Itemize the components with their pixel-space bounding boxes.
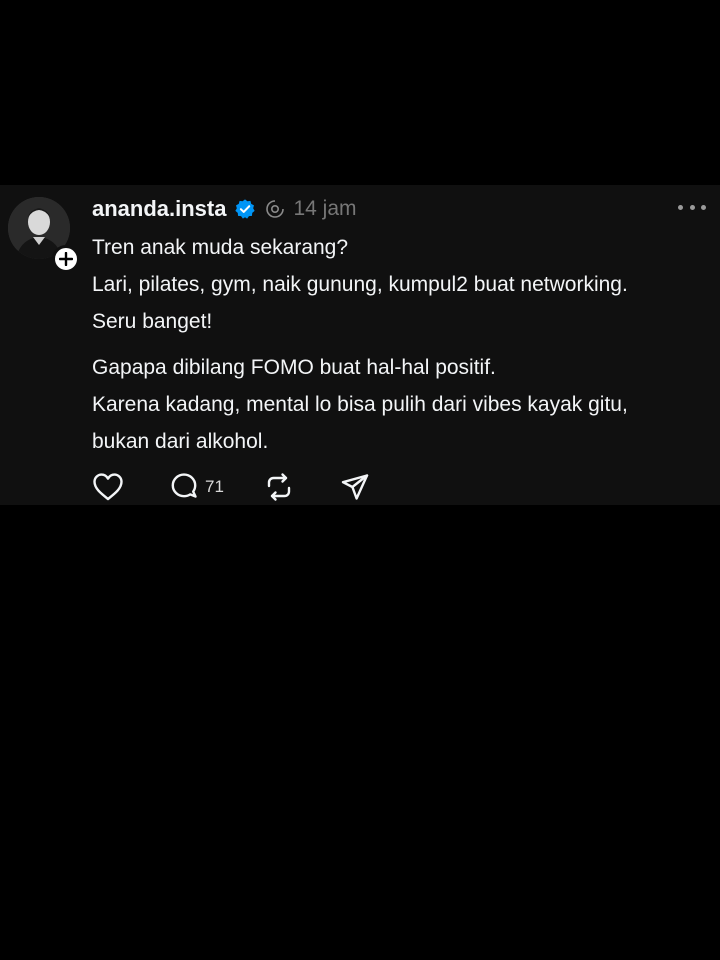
verified-badge-icon: [234, 198, 256, 220]
boost-icon: [265, 199, 285, 219]
post-line: Lari, pilates, gym, naik gunung, kumpul2…: [92, 273, 628, 296]
reply-count: 71: [205, 477, 224, 496]
post-line: Seru banget!: [92, 310, 213, 333]
post-text: Tren anak muda sekarang? Lari, pilates, …: [92, 229, 712, 460]
follow-button[interactable]: [52, 245, 80, 273]
repost-button[interactable]: [264, 472, 294, 502]
send-icon: [341, 474, 369, 500]
post-card: ananda.insta 14 jam Tren anak muda sekar…: [0, 185, 720, 505]
like-button[interactable]: [92, 472, 124, 502]
comment-icon: [171, 473, 197, 498]
plus-icon: [59, 252, 73, 266]
post-actions: 71: [92, 472, 370, 502]
more-icon: [678, 204, 683, 210]
post-line: bukan dari alkohol.: [92, 430, 269, 453]
post-line: Tren anak muda sekarang?: [92, 236, 349, 259]
post-timestamp: 14 jam: [293, 197, 357, 220]
heart-icon: [93, 473, 123, 501]
post-header: ananda.insta 14 jam: [92, 195, 357, 223]
more-icon-dot: [689, 204, 695, 210]
username[interactable]: ananda.insta: [92, 196, 226, 222]
avatar-wrapper[interactable]: [8, 197, 80, 273]
post-line: Gapapa dibilang FOMO buat hal-hal positi…: [92, 356, 496, 379]
more-options-button[interactable]: [678, 197, 706, 217]
more-icon-dot: [701, 204, 706, 210]
post-line: Karena kadang, mental lo bisa pulih dari…: [92, 393, 628, 416]
reply-button[interactable]: 71: [169, 472, 224, 502]
repost-icon: [267, 473, 291, 501]
share-button[interactable]: [340, 472, 370, 502]
